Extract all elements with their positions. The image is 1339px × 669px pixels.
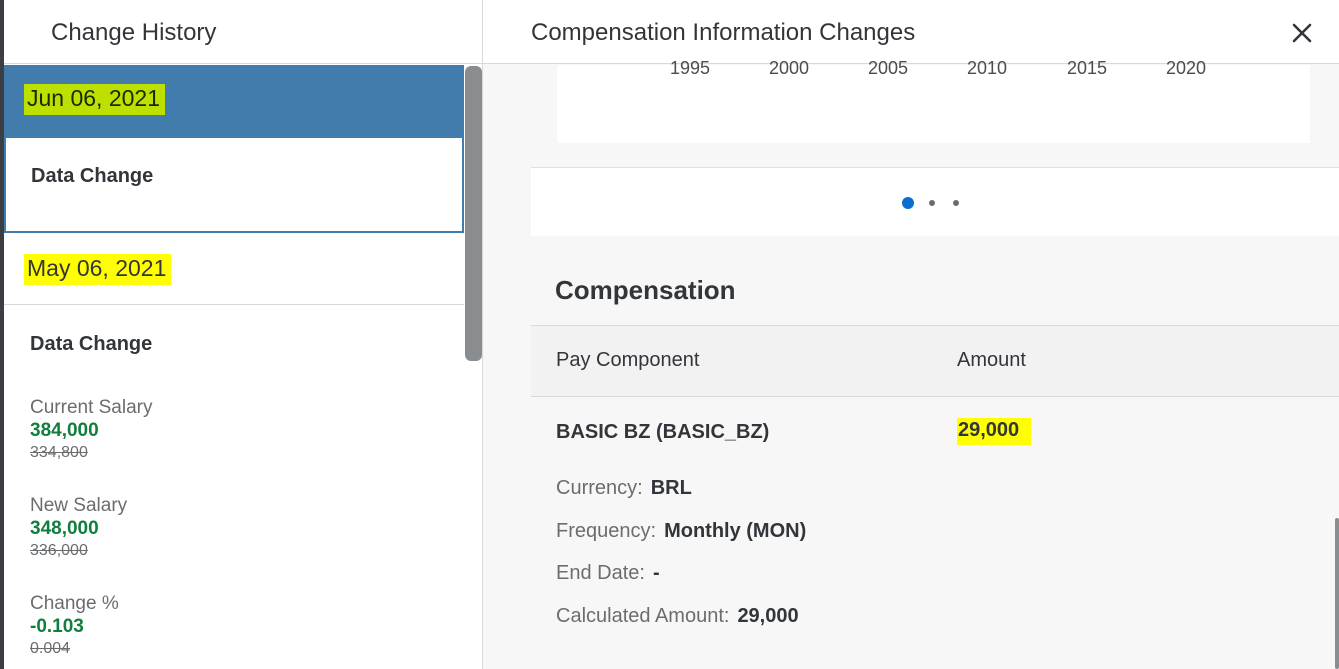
detail-value: BRL: [650, 477, 692, 499]
close-button[interactable]: [1287, 18, 1317, 48]
change-history-header: Change History: [4, 0, 482, 64]
history-list: Jun 06, 2021 Data Change May 06, 2021 Da…: [4, 65, 464, 669]
detail-label: Calculated Amount:: [556, 605, 730, 627]
x-tick-label: 2005: [868, 58, 909, 78]
history-date-label: Jun 06, 2021: [24, 84, 166, 115]
x-tick-label: 2020: [1166, 58, 1207, 78]
history-change-detail: Data Change Current Salary 384,000 334,8…: [4, 305, 464, 669]
field-change-percent: Change % -0.103 0.004: [30, 593, 119, 659]
carousel-dot[interactable]: [953, 200, 959, 206]
pay-component-name: BASIC BZ (BASIC_BZ): [556, 421, 770, 443]
change-history-title: Change History: [51, 19, 217, 46]
compensation-table: Pay Component Amount BASIC BZ (BASIC_BZ)…: [531, 325, 1339, 627]
pay-component-amount: 29,000: [957, 418, 1032, 445]
table-header-row: Pay Component Amount: [531, 325, 1339, 397]
detail-label: End Date:: [556, 562, 645, 584]
change-history-panel: Change History Jun 06, 2021 Data Change …: [0, 0, 483, 669]
detail-frequency: Frequency: Monthly (MON): [556, 520, 806, 543]
history-date-item-selected[interactable]: Jun 06, 2021: [4, 65, 464, 137]
field-current-salary: Current Salary 384,000 334,800: [30, 397, 153, 463]
compensation-header: Compensation Information Changes: [483, 0, 1339, 64]
compensation-section-title: Compensation: [555, 275, 736, 305]
x-tick-label: 1995: [670, 58, 711, 78]
x-tick-label: 2010: [967, 58, 1008, 78]
detail-label: Currency:: [556, 477, 643, 499]
x-tick-label: 2000: [769, 58, 810, 78]
field-label: Change %: [30, 593, 119, 614]
field-old-value: 334,800: [30, 444, 88, 461]
carousel-dot-active[interactable]: [902, 197, 914, 209]
field-old-value: 0.004: [30, 640, 71, 657]
history-date-item[interactable]: May 06, 2021: [4, 233, 464, 305]
detail-value: Monthly (MON): [664, 520, 807, 542]
detail-end-date: End Date: -: [556, 562, 660, 585]
history-chart: 1995 2000 2005 2010 2015 2020: [557, 58, 1310, 143]
field-label: Current Salary: [30, 397, 153, 418]
history-date-label: May 06, 2021: [24, 254, 172, 285]
detail-value: -: [652, 562, 660, 584]
history-scrollbar-thumb[interactable]: [465, 66, 482, 361]
detail-calculated-amount: Calculated Amount: 29,000: [556, 605, 799, 628]
detail-currency: Currency: BRL: [556, 477, 692, 500]
field-label: New Salary: [30, 495, 128, 516]
column-header-pay-component: Pay Component: [556, 349, 700, 371]
panel-title: Compensation Information Changes: [531, 19, 916, 46]
field-new-value: 348,000: [30, 518, 99, 539]
field-new-value: 384,000: [30, 420, 99, 441]
detail-label: Frequency:: [556, 520, 657, 542]
compensation-changes-panel: Compensation Information Changes 1995 20…: [483, 0, 1339, 669]
column-header-amount: Amount: [957, 349, 1026, 371]
field-new-value: -0.103: [30, 616, 84, 637]
carousel-page-indicator: [531, 167, 1339, 236]
x-tick-label: 2015: [1067, 58, 1108, 78]
change-type-label: Data Change: [30, 333, 153, 355]
history-scrollbar[interactable]: [465, 65, 482, 669]
panel-scrollbar-thumb[interactable]: [1335, 518, 1339, 669]
history-change-item[interactable]: Data Change: [4, 137, 464, 233]
carousel-dot[interactable]: [929, 200, 935, 206]
history-chart-area: 1995 2000 2005 2010 2015 2020: [531, 58, 1339, 169]
field-old-value: 336,000: [30, 542, 88, 559]
change-type-label: Data Change: [31, 165, 154, 187]
close-icon: [1292, 23, 1312, 43]
detail-value: 29,000: [737, 605, 799, 627]
field-new-salary: New Salary 348,000 336,000: [30, 495, 127, 561]
